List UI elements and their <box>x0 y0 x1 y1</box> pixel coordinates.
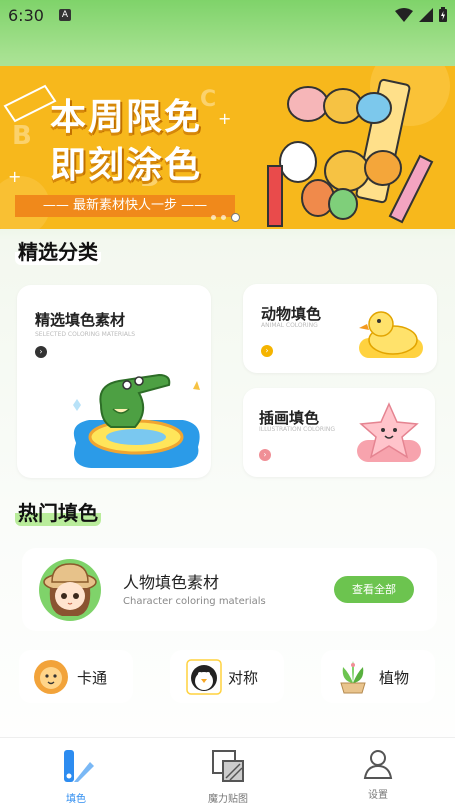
star-icon <box>357 402 421 462</box>
svg-text:+: + <box>8 167 21 186</box>
category-label: 卡通 <box>77 669 108 687</box>
category-cartoon[interactable]: 卡通 <box>19 650 133 703</box>
card-arrow-icon[interactable]: › <box>35 346 47 358</box>
plant-icon <box>340 661 366 694</box>
battery-icon <box>439 7 447 22</box>
category-label: 对称 <box>228 669 259 687</box>
pager-dot[interactable] <box>211 215 216 220</box>
banner-pager[interactable] <box>211 213 240 222</box>
card-illustration-coloring[interactable]: 插画填色 ILLUSTRATION COLORING › <box>243 388 435 477</box>
card-title: 精选填色素材 <box>35 311 126 329</box>
signal-icon <box>419 7 433 22</box>
sticker-icon <box>212 750 244 782</box>
duck-icon <box>359 311 423 358</box>
card-subtitle: ILLUSTRATION COLORING <box>259 426 335 433</box>
category-plants[interactable]: 植物 <box>321 650 435 703</box>
hot-section-title: 热门填色 <box>15 497 101 526</box>
lion-icon <box>34 660 68 694</box>
tab-magic-stickers[interactable]: 魔力贴图 <box>188 748 268 805</box>
banner-title-line2: 即刻涂色 <box>50 145 203 186</box>
wifi-icon <box>395 7 413 22</box>
card-title: 人物填色素材 <box>123 573 220 592</box>
tab-label: 设置 <box>368 790 388 801</box>
tab-coloring[interactable]: 填色 <box>36 748 116 805</box>
character-materials-card[interactable]: 人物填色素材 Character coloring materials 查看全部 <box>22 548 437 631</box>
banner-subtitle: —— 最新素材快人一步 —— <box>15 195 235 217</box>
tab-settings[interactable]: 设置 <box>338 748 418 801</box>
girl-avatar-icon <box>39 559 101 621</box>
card-title: 动物填色 <box>261 305 322 323</box>
category-symmetry[interactable]: 对称 <box>170 650 284 703</box>
card-subtitle: ANIMAL COLORING <box>261 322 318 329</box>
card-animal-coloring[interactable]: 动物填色 ANIMAL COLORING › <box>243 284 437 373</box>
category-label: 植物 <box>379 669 410 687</box>
status-icons <box>395 7 447 22</box>
card-subtitle: SELECTED COLORING MATERIALS <box>35 331 136 338</box>
notification-icon: A <box>59 9 71 21</box>
featured-section-title: 精选分类 <box>15 236 101 265</box>
svg-text:+: + <box>218 109 231 128</box>
tab-label: 填色 <box>66 794 86 805</box>
penguin-icon <box>186 659 222 695</box>
card-arrow-icon[interactable]: › <box>259 449 271 461</box>
card-arrow-icon[interactable]: › <box>261 345 273 357</box>
tab-label: 魔力贴图 <box>208 794 248 805</box>
banner-title-line1: 本周限免 <box>50 97 203 138</box>
card-title: 插画填色 <box>259 409 320 427</box>
pager-dot-active[interactable] <box>231 213 240 222</box>
view-all-button[interactable]: 查看全部 <box>334 576 414 603</box>
brush-icon <box>64 750 94 782</box>
card-selected-materials[interactable]: 精选填色素材 SELECTED COLORING MATERIALS › <box>17 285 211 478</box>
status-time: 6:30 <box>8 6 44 25</box>
card-subtitle: Character coloring materials <box>123 596 266 607</box>
pager-dot[interactable] <box>221 215 226 220</box>
svg-text:B: B <box>12 121 32 151</box>
status-bar: 6:30 A <box>0 0 455 32</box>
user-icon <box>363 750 393 779</box>
svg-text:C: C <box>200 87 216 112</box>
crocodile-icon <box>71 373 202 470</box>
promo-banner[interactable]: B C D + + 本周限免 即刻涂色 —— 最新素材快人一步 —— <box>0 66 455 229</box>
bottom-tab-bar: 填色 魔力贴图 设置 <box>0 737 455 809</box>
